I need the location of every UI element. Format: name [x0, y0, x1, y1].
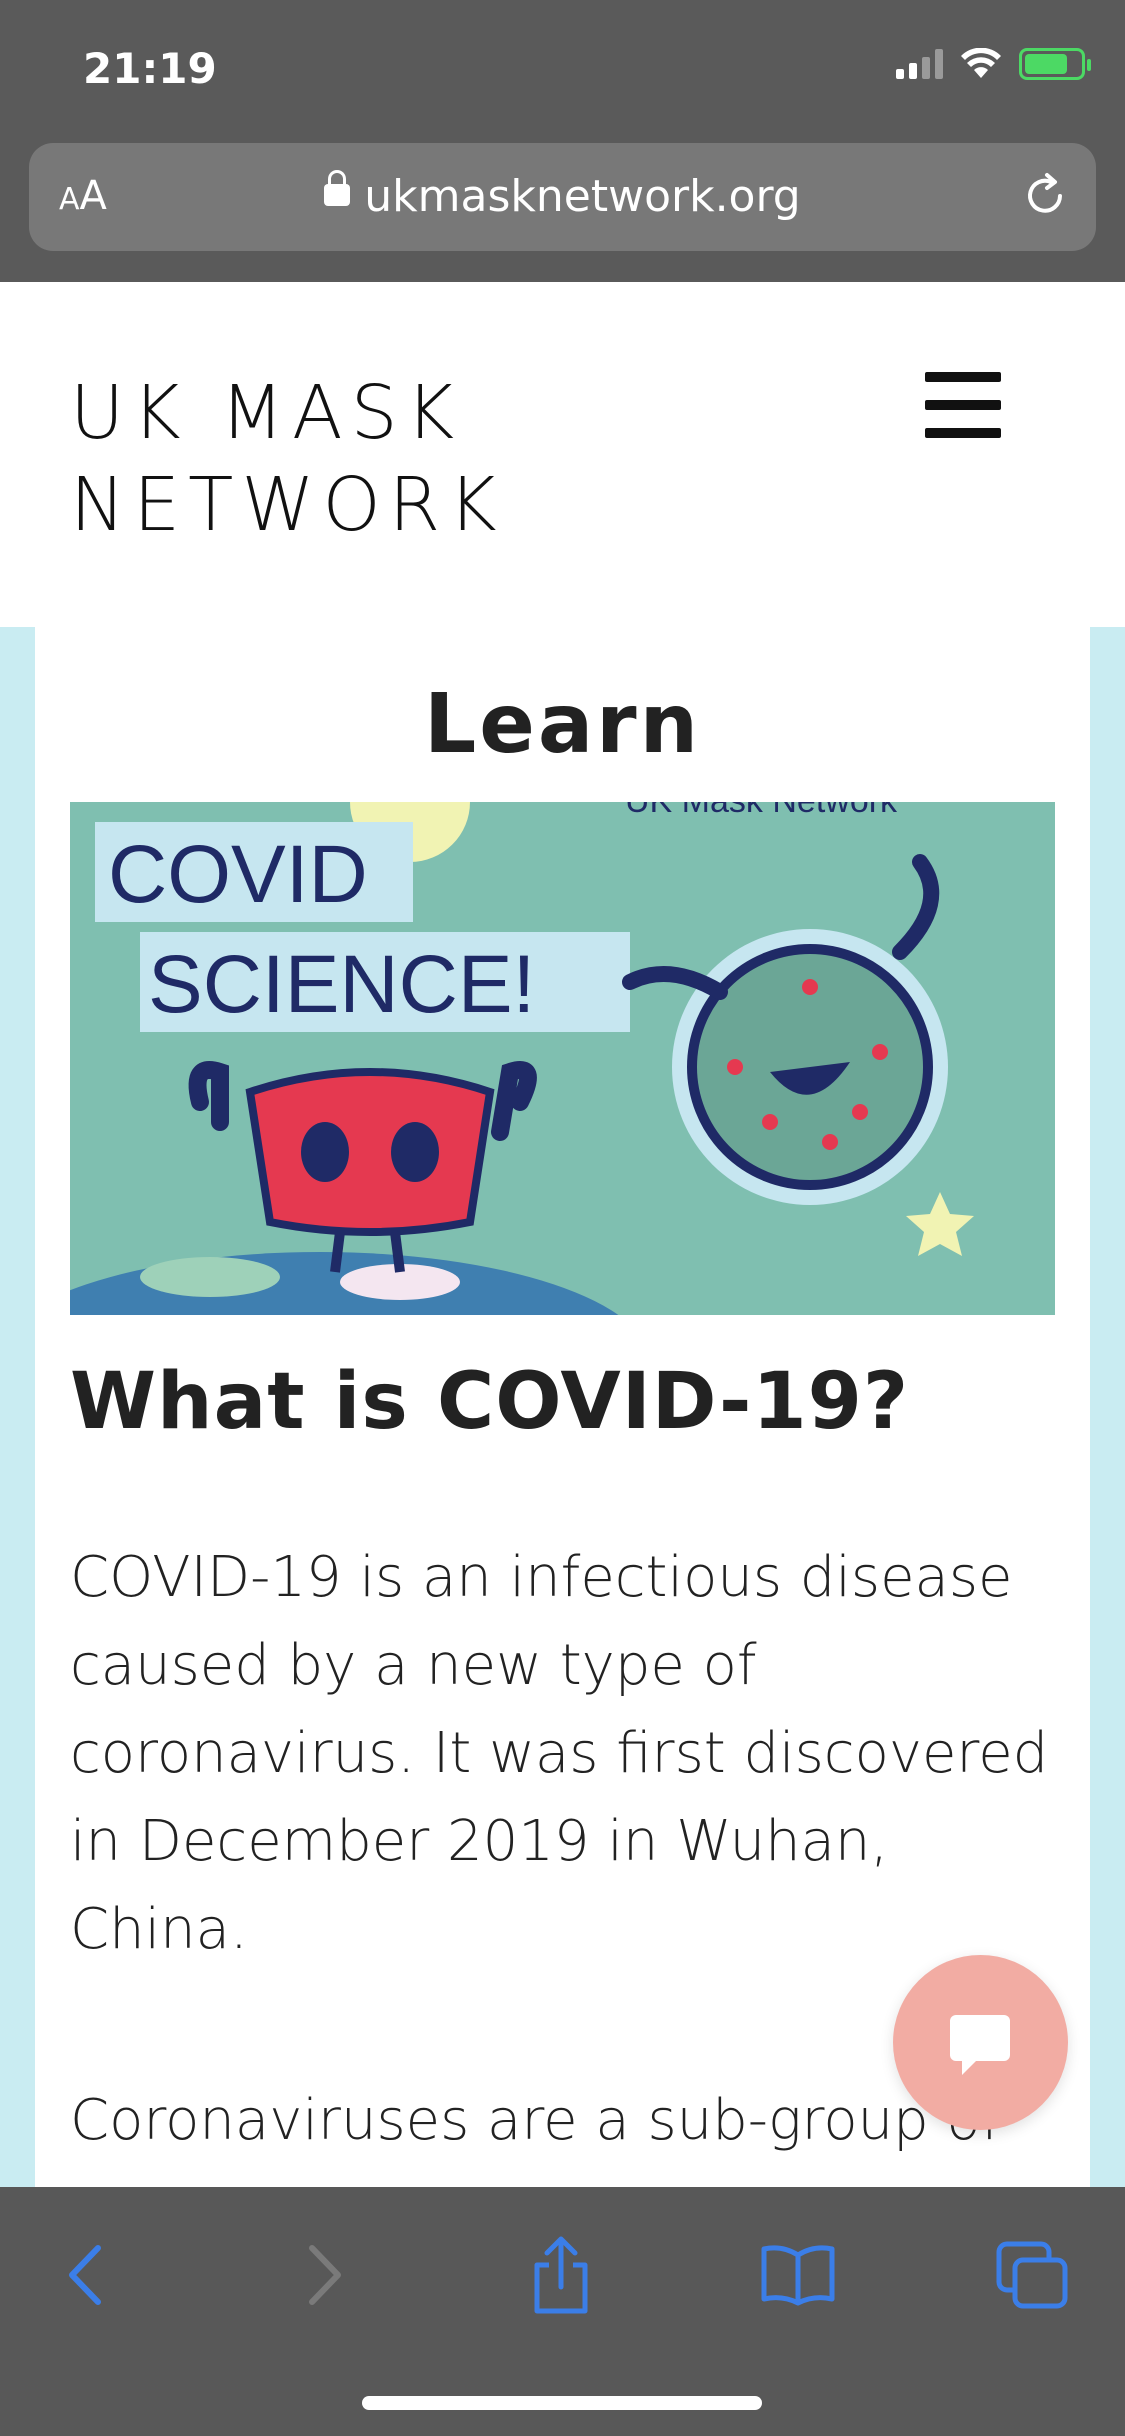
- home-indicator[interactable]: [362, 2396, 762, 2410]
- chat-button[interactable]: [893, 1955, 1068, 2130]
- status-time: 21:19: [83, 44, 217, 93]
- content-card: Learn UK Mask Network COVID SCIENCE!: [35, 627, 1090, 2187]
- battery-icon: [1019, 48, 1091, 80]
- page-title: Learn: [423, 677, 701, 772]
- share-icon[interactable]: [521, 2235, 601, 2315]
- article-paragraph: COVID-19 is an infectious disease caused…: [70, 1545, 1049, 1962]
- url-text: ukmasknetwork.org: [364, 171, 801, 222]
- wifi-icon: [961, 48, 1001, 78]
- status-icons: [896, 48, 1091, 80]
- chat-icon: [950, 2015, 1010, 2075]
- site-logo[interactable]: UK MASK NETWORK: [70, 367, 505, 551]
- forward-icon[interactable]: [285, 2235, 365, 2315]
- hero-text-covid: COVID: [108, 829, 368, 920]
- signal-icon: [896, 49, 943, 79]
- address-bar[interactable]: AA ukmasknetwork.org: [29, 143, 1096, 251]
- lock-icon: [324, 170, 351, 206]
- reload-icon[interactable]: [1020, 171, 1070, 225]
- hero-image: UK Mask Network COVID SCIENCE!: [70, 802, 1055, 1315]
- tabs-icon[interactable]: [993, 2235, 1073, 2315]
- hero-text-science: SCIENCE!: [148, 939, 535, 1030]
- back-icon[interactable]: [45, 2235, 125, 2315]
- hero-watermark: UK Mask Network: [625, 802, 898, 820]
- url-field[interactable]: ukmasknetwork.org: [29, 170, 1096, 222]
- menu-icon[interactable]: [925, 372, 1001, 456]
- browser-top-chrome: 21:19 AA ukmasknetwork.org: [0, 0, 1125, 282]
- article-heading: What is COVID-19?: [70, 1357, 910, 1447]
- bookmarks-icon[interactable]: [758, 2235, 838, 2315]
- site-header: UK MASK NETWORK: [0, 282, 1125, 627]
